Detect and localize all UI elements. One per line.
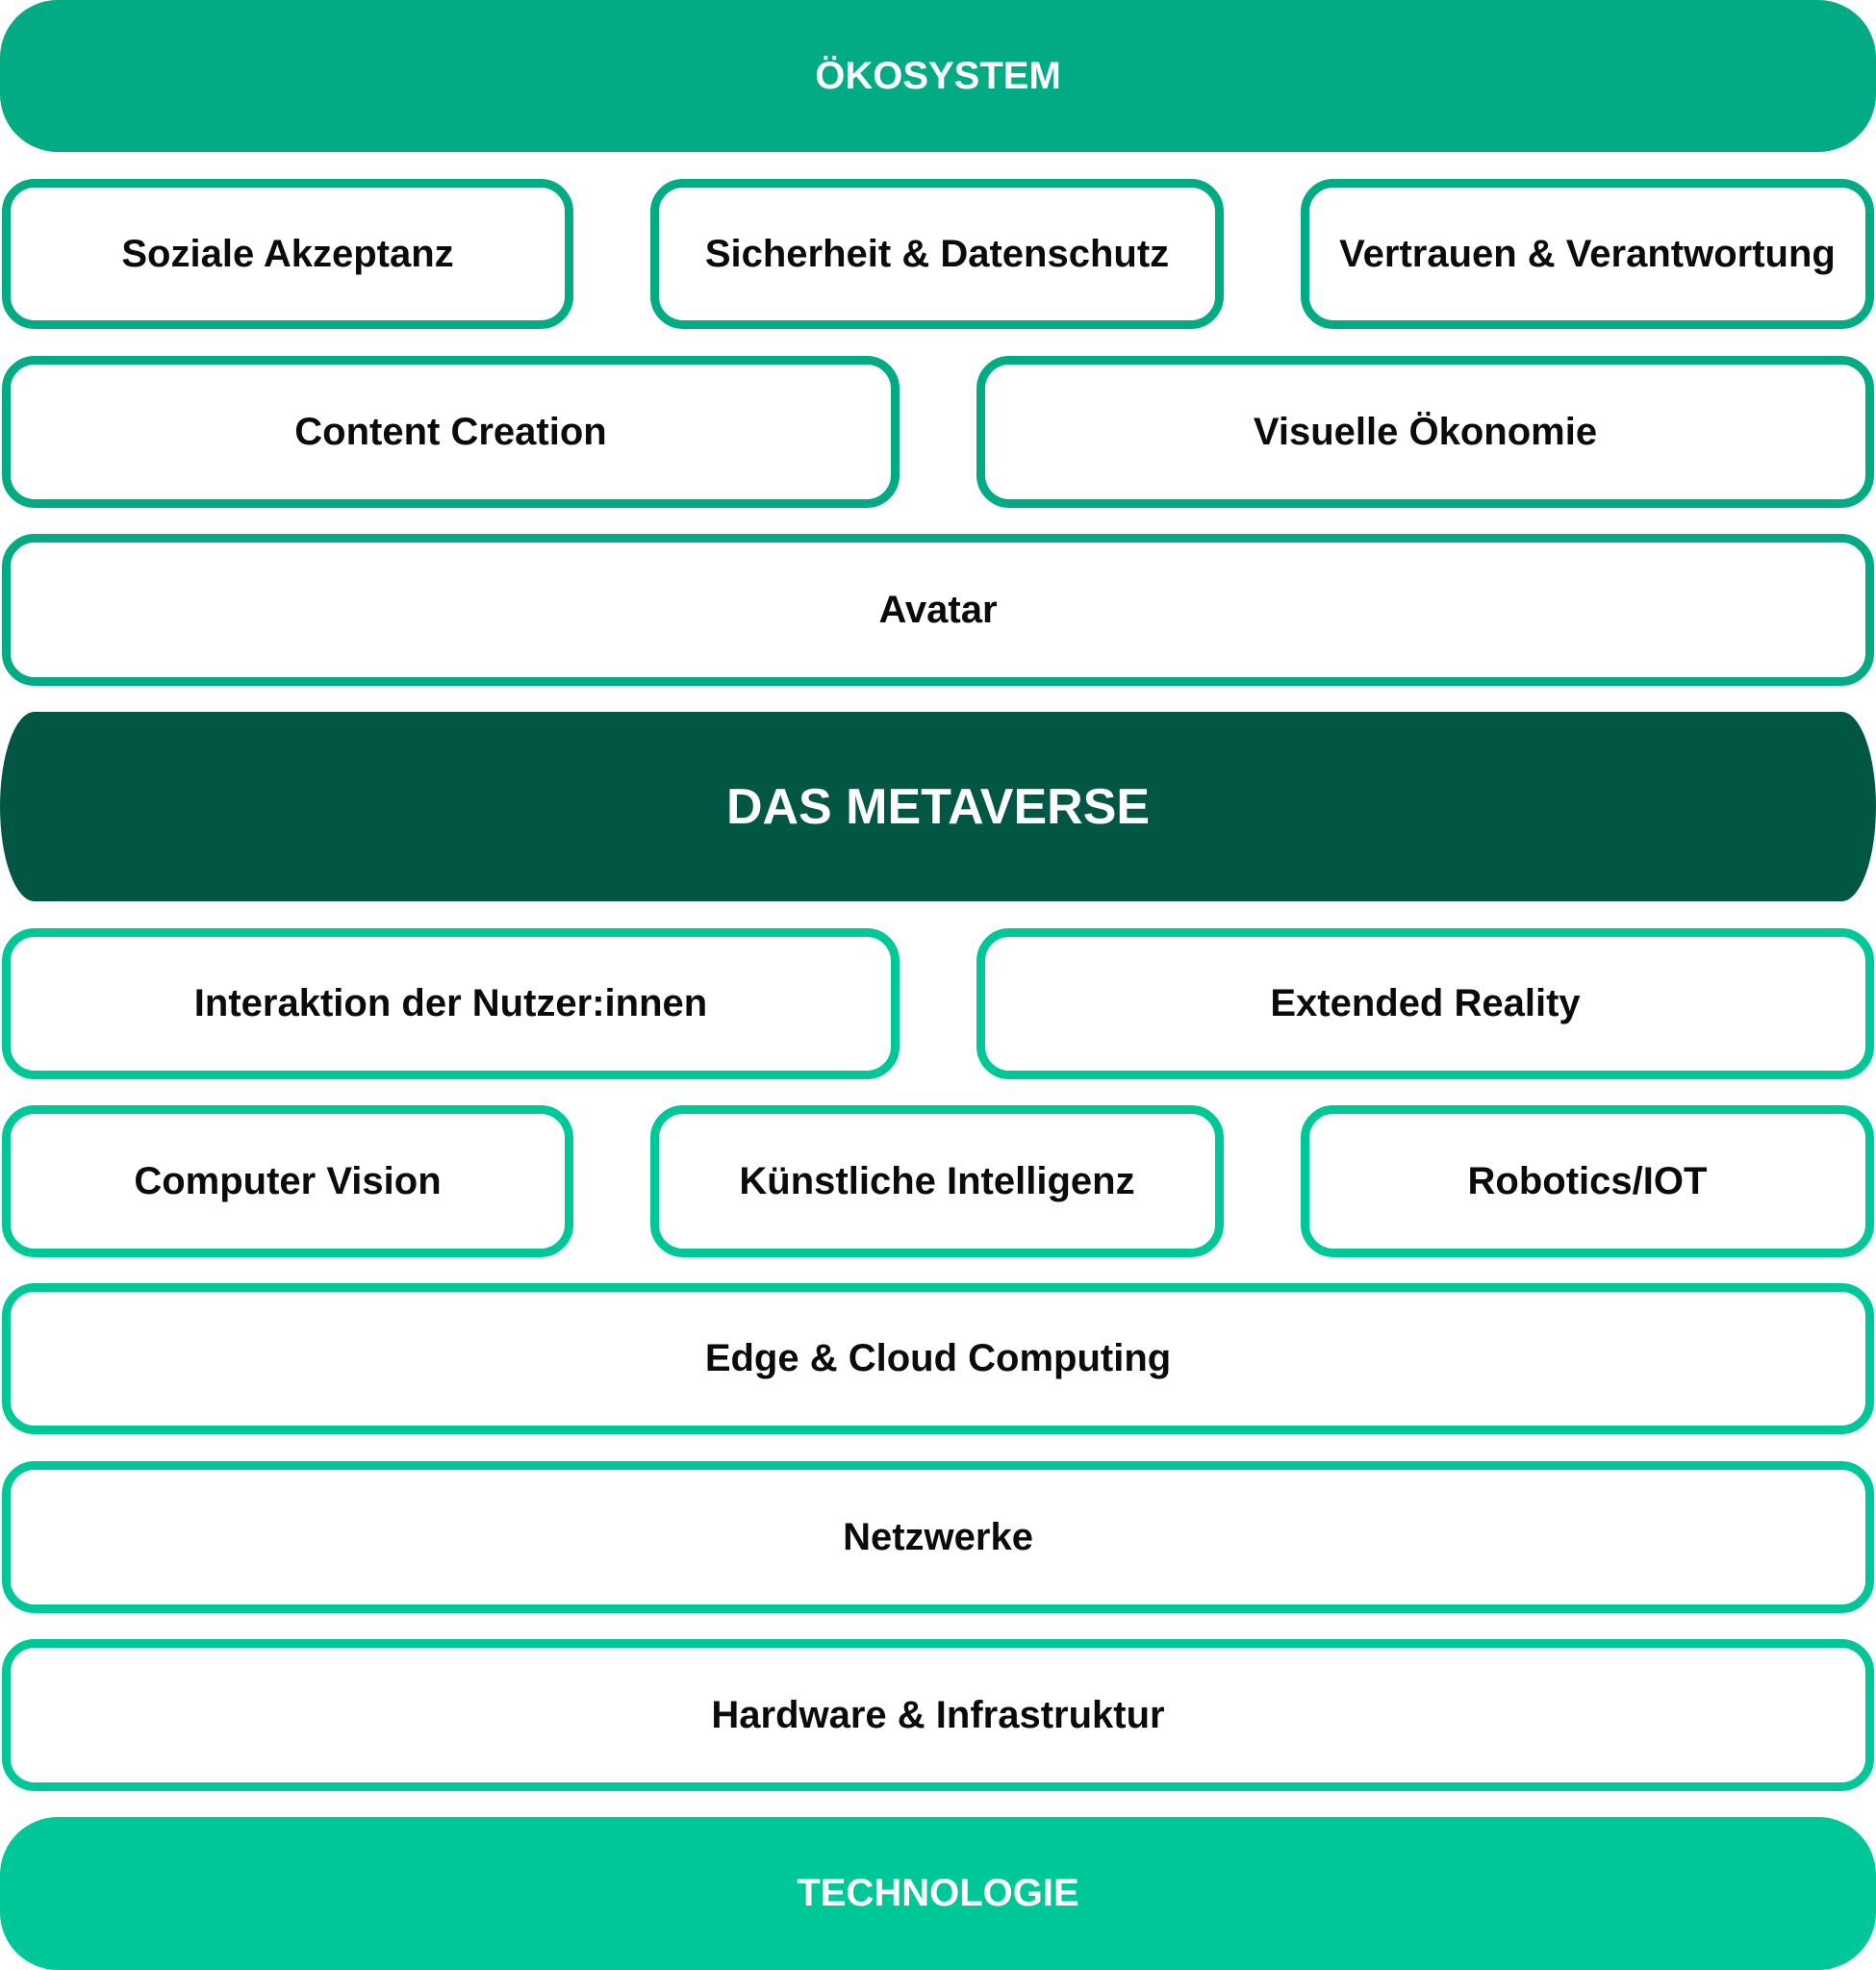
technology-footer-band: TECHNOLOGIE bbox=[0, 1817, 1876, 1970]
layer-label: Robotics/IOT bbox=[1467, 1159, 1708, 1202]
layer-box-sicherheit-datenschutz: Sicherheit & Datenschutz bbox=[650, 179, 1224, 329]
layer-box-hardware-infrastruktur: Hardware & Infrastruktur bbox=[2, 1639, 1874, 1791]
layer-label: Avatar bbox=[878, 588, 998, 631]
layer-label: Künstliche Intelligenz bbox=[739, 1159, 1135, 1202]
layer-box-kuenstliche-intelligenz: Künstliche Intelligenz bbox=[650, 1105, 1224, 1257]
layer-label: Interaktion der Nutzer:innen bbox=[193, 982, 708, 1024]
layer-box-netzwerke: Netzwerke bbox=[2, 1461, 1874, 1613]
layer-label: Extended Reality bbox=[1270, 982, 1581, 1024]
layer-label: Computer Vision bbox=[134, 1159, 442, 1202]
metaverse-center-band: DAS METAVERSE bbox=[0, 712, 1876, 901]
layer-label: Vertrauen & Verantwortung bbox=[1339, 232, 1836, 275]
layer-box-robotics-iot: Robotics/IOT bbox=[1301, 1105, 1874, 1257]
layer-box-content-creation: Content Creation bbox=[2, 356, 900, 508]
layer-label: Sicherheit & Datenschutz bbox=[704, 232, 1170, 275]
layer-box-extended-reality: Extended Reality bbox=[976, 928, 1874, 1079]
ecosystem-title: ÖKOSYSTEM bbox=[815, 54, 1061, 97]
technology-title: TECHNOLOGIE bbox=[797, 1872, 1079, 1914]
layer-label: Edge & Cloud Computing bbox=[704, 1337, 1172, 1379]
layer-label: Soziale Akzeptanz bbox=[121, 232, 454, 275]
layer-box-visuelle-oekonomie: Visuelle Ökonomie bbox=[976, 356, 1874, 508]
layer-box-interaktion-nutzerinnen: Interaktion der Nutzer:innen bbox=[2, 928, 900, 1079]
layer-label: Content Creation bbox=[294, 410, 607, 453]
layer-box-edge-cloud-computing: Edge & Cloud Computing bbox=[2, 1283, 1874, 1434]
layer-label: Visuelle Ökonomie bbox=[1253, 410, 1598, 453]
layer-box-vertrauen-verantwortung: Vertrauen & Verantwortung bbox=[1301, 179, 1874, 329]
ecosystem-header-band: ÖKOSYSTEM bbox=[0, 0, 1876, 152]
layer-label: Netzwerke bbox=[843, 1515, 1033, 1558]
layer-box-computer-vision: Computer Vision bbox=[2, 1105, 573, 1257]
layer-box-soziale-akzeptanz: Soziale Akzeptanz bbox=[2, 179, 573, 329]
layer-label: Hardware & Infrastruktur bbox=[711, 1693, 1165, 1736]
layer-box-avatar: Avatar bbox=[2, 534, 1874, 686]
metaverse-title: DAS METAVERSE bbox=[725, 778, 1151, 835]
